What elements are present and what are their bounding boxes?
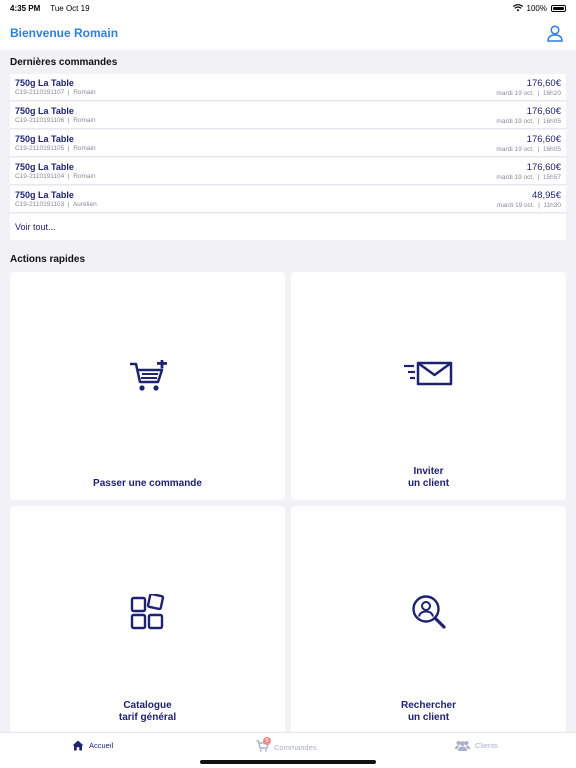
tab-accueil-label: Accueil <box>89 741 114 750</box>
catalog-tile[interactable]: Catalogue tarif général <box>10 506 285 734</box>
status-right: 100% <box>512 3 566 13</box>
order-price: 48,95€ <box>531 189 561 201</box>
order-price: 176,60€ <box>526 77 561 89</box>
see-all-link[interactable]: Voir tout... <box>10 214 566 240</box>
catalog-label: Catalogue tarif général <box>118 700 177 723</box>
user-icon <box>547 24 563 42</box>
order-ref: C19-2110191107 | Romain <box>15 89 96 96</box>
order-name: 750g La Table <box>15 106 74 116</box>
tab-commandes[interactable]: 5 Commandes <box>256 737 317 754</box>
orders-badge: 5 <box>263 737 271 745</box>
wifi-icon <box>512 4 523 12</box>
cart-plus-icon <box>129 360 167 391</box>
tab-commandes-label: Commandes <box>274 742 317 752</box>
search-client-label: Rechercher un client <box>400 700 457 723</box>
order-ref: C19-2110191105 | Romain <box>15 145 96 152</box>
status-date: Tue Oct 19 <box>50 3 90 13</box>
order-date: mardi 19 oct. | 16h05 <box>496 145 561 153</box>
users-icon <box>455 741 470 751</box>
battery-percent: 100% <box>526 3 547 13</box>
tab-accueil[interactable]: Accueil <box>72 740 113 751</box>
home-indicator <box>200 760 376 764</box>
order-price: 176,60€ <box>526 161 561 173</box>
profile-button[interactable] <box>544 22 566 44</box>
order-date: mardi 19 oct. | 11h30 <box>496 201 561 209</box>
place-order-label: Passer une commande <box>93 478 202 489</box>
status-time: 4:35 PM <box>10 3 41 13</box>
recent-orders-list: 750g La Table C19-2110191107 | Romain 17… <box>10 74 566 240</box>
tab-clients-label: Clients <box>475 741 498 750</box>
order-row[interactable]: 750g La Table C19-2110191104 | Romain 17… <box>10 158 566 185</box>
invite-client-label: Inviter un client <box>407 466 450 489</box>
order-date: mardi 19 oct. | 16h20 <box>496 89 561 97</box>
search-user-icon <box>411 595 446 629</box>
order-row[interactable]: 750g La Table C19-2110191107 | Romain 17… <box>10 74 566 101</box>
welcome-title: Bienvenue Romain <box>10 26 119 40</box>
mail-send-icon <box>403 361 452 386</box>
order-row[interactable]: 750g La Table C19-2110191105 | Romain 17… <box>10 130 566 157</box>
order-ref: C19-2110191104 | Romain <box>15 173 96 180</box>
catalog-grid-icon <box>130 594 164 630</box>
order-ref: C19-2110191106 | Romain <box>15 117 96 124</box>
order-row[interactable]: 750g La Table C19-2110191106 | Romain 17… <box>10 102 566 129</box>
search-client-tile[interactable]: Rechercher un client <box>291 506 566 734</box>
order-date: mardi 19 oct. | 16h05 <box>496 117 561 125</box>
order-name: 750g La Table <box>15 162 74 172</box>
home-icon <box>72 740 84 751</box>
order-date: mardi 19 oct. | 15h57 <box>496 173 561 181</box>
order-name: 750g La Table <box>15 78 74 88</box>
order-price: 176,60€ <box>526 133 561 145</box>
quick-actions-title: Actions rapides <box>10 254 86 265</box>
invite-client-tile[interactable]: Inviter un client <box>291 272 566 500</box>
order-row[interactable]: 750g La Table C19-2110191103 | Aurélien … <box>10 186 566 213</box>
order-price: 176,60€ <box>526 105 561 117</box>
order-name: 750g La Table <box>15 134 74 144</box>
app-header: Bienvenue Romain <box>0 16 576 50</box>
place-order-tile[interactable]: Passer une commande <box>10 272 285 500</box>
tab-clients[interactable]: Clients <box>455 740 498 751</box>
battery-icon <box>551 4 566 12</box>
order-ref: C19-2110191103 | Aurélien <box>15 201 97 208</box>
recent-orders-title: Dernières commandes <box>10 57 118 68</box>
status-bar: 4:35 PM Tue Oct 19 100% <box>0 0 576 16</box>
order-name: 750g La Table <box>15 190 74 200</box>
